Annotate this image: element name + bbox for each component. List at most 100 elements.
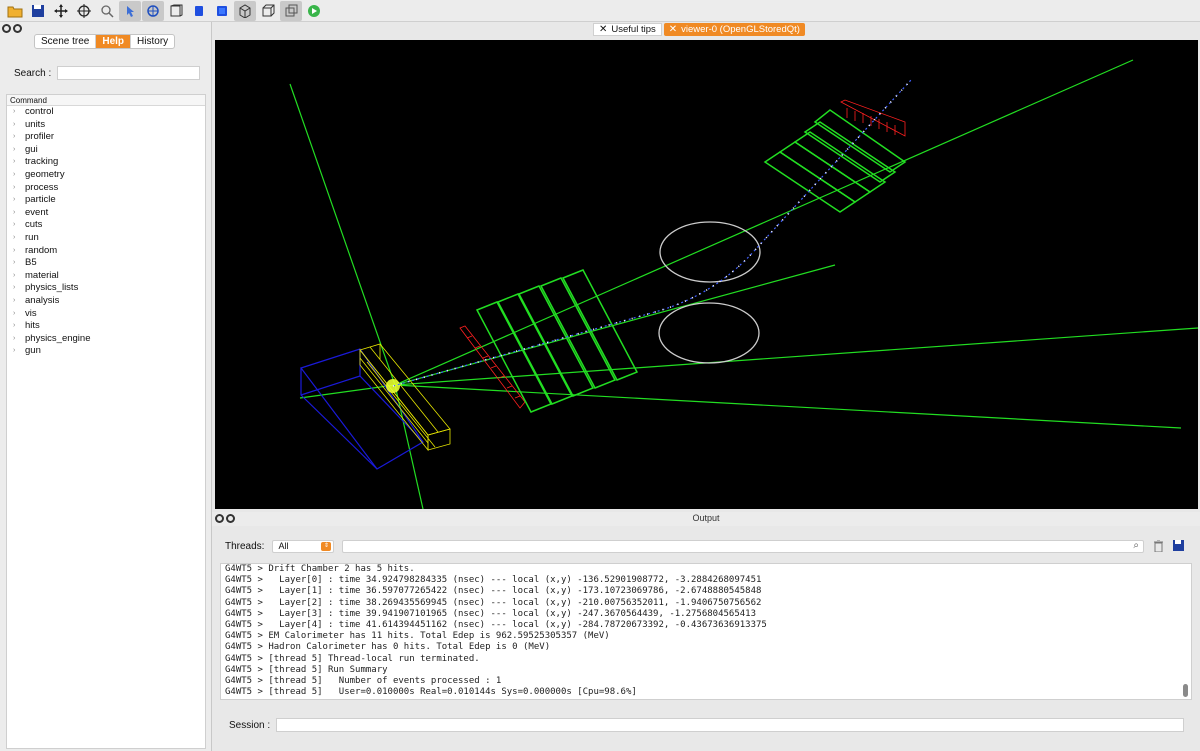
command-label: physics_lists bbox=[25, 282, 79, 294]
chevron-right-icon[interactable]: › bbox=[13, 131, 25, 144]
command-tree-item[interactable]: › event bbox=[7, 207, 205, 220]
chevron-right-icon[interactable]: › bbox=[13, 219, 25, 232]
threads-value: All bbox=[278, 541, 289, 551]
output-line: G4WT5 > Layer[3] : time 39.941907101965 … bbox=[225, 608, 757, 619]
command-tree-item[interactable]: › particle bbox=[7, 194, 205, 207]
tab-label: viewer-0 (OpenGLStoredQt) bbox=[681, 24, 800, 35]
perspective-icon[interactable] bbox=[165, 1, 187, 21]
command-label: B5 bbox=[25, 257, 37, 269]
output-search-input[interactable]: ⌕ bbox=[342, 540, 1144, 553]
output-line: G4WT5 > [thread 5] Thread-local run term… bbox=[225, 653, 480, 664]
tab-help[interactable]: Help bbox=[96, 35, 132, 48]
chevron-right-icon[interactable]: › bbox=[13, 169, 25, 182]
chevron-right-icon[interactable]: › bbox=[13, 333, 25, 346]
chevron-right-icon[interactable]: › bbox=[13, 232, 25, 245]
trajectory-lines bbox=[289, 59, 1198, 509]
chevron-right-icon[interactable]: › bbox=[13, 257, 25, 270]
chevron-right-icon[interactable]: › bbox=[13, 182, 25, 195]
output-line: G4WT5 > [thread 5] Run Summary bbox=[225, 664, 388, 675]
close-tab-icon[interactable]: ✕ bbox=[669, 23, 677, 36]
magnet-field-rings bbox=[658, 221, 761, 364]
opengl-viewer[interactable] bbox=[215, 40, 1198, 509]
crosshair-icon[interactable] bbox=[73, 1, 95, 21]
chevron-right-icon[interactable]: › bbox=[13, 106, 25, 119]
save-icon[interactable] bbox=[27, 1, 49, 21]
cull-icon[interactable] bbox=[280, 0, 302, 21]
command-label: particle bbox=[25, 194, 56, 206]
chevron-right-icon[interactable]: › bbox=[13, 345, 25, 358]
output-title-bar: Output bbox=[212, 512, 1200, 526]
command-tree-item[interactable]: › units bbox=[7, 119, 205, 132]
command-tree-item[interactable]: › physics_engine bbox=[7, 333, 205, 346]
chevron-right-icon[interactable]: › bbox=[13, 119, 25, 132]
command-label: geometry bbox=[25, 168, 65, 180]
command-label: gui bbox=[25, 143, 38, 155]
command-tree-item[interactable]: › gui bbox=[7, 144, 205, 157]
output-line: G4WT5 > [thread 5] Number of events proc… bbox=[225, 675, 502, 686]
command-tree-item[interactable]: › process bbox=[7, 182, 205, 195]
solid-style-icon[interactable] bbox=[211, 1, 233, 21]
wireframe-icon[interactable] bbox=[257, 1, 279, 21]
help-search-row: Search : bbox=[14, 66, 201, 80]
chevron-right-icon[interactable]: › bbox=[13, 270, 25, 283]
tab-scene-tree[interactable]: Scene tree bbox=[35, 35, 97, 48]
command-tree-item[interactable]: › tracking bbox=[7, 156, 205, 169]
chevron-right-icon[interactable]: › bbox=[13, 207, 25, 220]
close-dock-icon[interactable] bbox=[2, 24, 11, 33]
output-line: G4WT5 > EM Calorimeter has 11 hits. Tota… bbox=[225, 631, 610, 642]
command-tree-item[interactable]: › B5 bbox=[7, 257, 205, 270]
command-tree-item[interactable]: › hits bbox=[7, 320, 205, 333]
session-input[interactable] bbox=[276, 718, 1185, 732]
chevron-right-icon[interactable]: › bbox=[13, 295, 25, 308]
chevron-right-icon[interactable]: › bbox=[13, 320, 25, 333]
output-log: G4WT5 > Drift Chamber 2 has 5 hits. G4WT5… bbox=[220, 563, 1192, 700]
command-tree-item[interactable]: › geometry bbox=[7, 169, 205, 182]
tab-history[interactable]: History bbox=[131, 35, 174, 48]
trash-icon[interactable] bbox=[1153, 540, 1164, 552]
chevron-right-icon[interactable]: › bbox=[13, 308, 25, 321]
command-tree-header: Command bbox=[7, 95, 205, 106]
command-tree-item[interactable]: › control bbox=[7, 106, 205, 119]
command-tree-item[interactable]: › cuts bbox=[7, 219, 205, 232]
command-tree-item[interactable]: › material bbox=[7, 270, 205, 283]
command-label: analysis bbox=[25, 294, 60, 306]
command-tree-item[interactable]: › physics_lists bbox=[7, 282, 205, 295]
main-toolbar bbox=[0, 0, 1200, 22]
surface-style-icon[interactable] bbox=[188, 1, 210, 21]
open-folder-icon[interactable] bbox=[4, 1, 26, 21]
threads-select[interactable]: All ⇕ bbox=[272, 540, 335, 553]
command-tree-item[interactable]: › profiler bbox=[7, 131, 205, 144]
output-line: G4WT5 > Layer[4] : time 41.614394451162 … bbox=[225, 619, 767, 630]
chevron-right-icon[interactable]: › bbox=[13, 245, 25, 258]
command-label: material bbox=[25, 269, 59, 281]
pick-icon[interactable] bbox=[119, 0, 141, 21]
command-tree-item[interactable]: › gun bbox=[7, 345, 205, 358]
command-label: random bbox=[25, 244, 58, 256]
left-dock: Scene tree Help History Search : Command… bbox=[0, 22, 212, 751]
chevron-right-icon[interactable]: › bbox=[13, 144, 25, 157]
tab-useful-tips[interactable]: ✕ Useful tips bbox=[593, 23, 662, 36]
output-scrollbar[interactable] bbox=[1183, 684, 1188, 697]
command-tree-item[interactable]: › analysis bbox=[7, 295, 205, 308]
session-row: Session : bbox=[229, 718, 1185, 732]
chevron-right-icon[interactable]: › bbox=[13, 156, 25, 169]
chevron-right-icon[interactable]: › bbox=[13, 282, 25, 295]
move-icon[interactable] bbox=[50, 1, 72, 21]
output-line: G4WT5 > Layer[0] : time 34.924798284335 … bbox=[225, 575, 762, 586]
run-icon[interactable] bbox=[303, 1, 325, 21]
rotate-icon[interactable] bbox=[142, 0, 164, 21]
chevron-right-icon[interactable]: › bbox=[13, 194, 25, 207]
dock-controls bbox=[2, 24, 22, 33]
tab-viewer-0[interactable]: ✕ viewer-0 (OpenGLStoredQt) bbox=[663, 23, 805, 36]
command-tree-item[interactable]: › vis bbox=[7, 308, 205, 321]
command-tree-item[interactable]: › random bbox=[7, 245, 205, 258]
help-search-input[interactable] bbox=[57, 66, 201, 80]
zoom-icon[interactable] bbox=[96, 1, 118, 21]
hidden-line-icon[interactable] bbox=[234, 0, 256, 21]
command-label: units bbox=[25, 118, 46, 130]
float-dock-icon[interactable] bbox=[13, 24, 22, 33]
save-icon[interactable] bbox=[1173, 540, 1184, 551]
close-tab-icon[interactable]: ✕ bbox=[599, 23, 607, 36]
tab-label: Useful tips bbox=[611, 24, 656, 35]
command-tree-item[interactable]: › run bbox=[7, 232, 205, 245]
